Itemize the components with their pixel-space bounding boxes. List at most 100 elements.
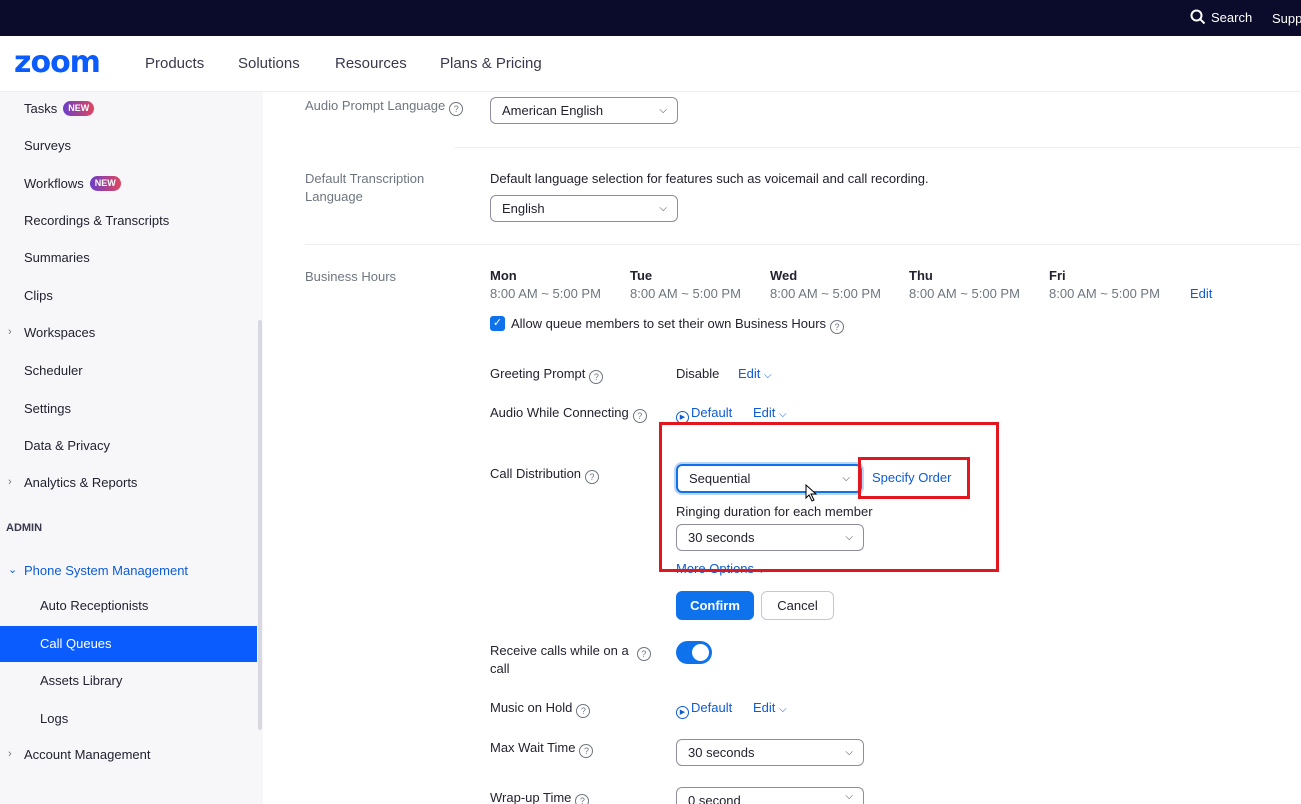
top-bar: Search Supp [0,0,1301,36]
business-hours-day: Thu 8:00 AM ~ 5:00 PM [909,268,1020,301]
sidebar-item-call-queues[interactable]: Call Queues [40,636,112,651]
max-wait-label: Max Wait Time? [490,740,594,758]
help-icon[interactable]: ? [830,320,845,334]
audio-prompt-select[interactable]: American English ⌵ [490,97,678,124]
help-icon[interactable]: ? [449,102,464,116]
search-button[interactable]: Search [1190,9,1252,25]
day-name: Wed [770,268,798,283]
transcription-description: Default language selection for features … [490,171,929,186]
sidebar-item-workflows[interactable]: Workflows NEW [24,176,121,191]
sidebar-item-account-management[interactable]: Account Management [24,747,150,762]
sidebar-item-label: Tasks [24,101,58,116]
business-hours-day: Mon 8:00 AM ~ 5:00 PM [490,268,601,301]
support-link[interactable]: Supp [1272,11,1301,26]
help-icon[interactable]: ? [576,704,591,718]
divider [455,147,1301,148]
music-on-hold-label-text: Music on Hold [490,700,573,715]
sidebar-item-label: Logs [40,711,69,726]
sidebar-item-data-privacy[interactable]: Data & Privacy [24,438,110,453]
help-icon[interactable]: ? [636,647,651,661]
receive-calls-label-line2: call [490,661,510,676]
sidebar-item-clips[interactable]: Clips [24,288,53,303]
toggle-knob [692,644,709,661]
help-icon[interactable]: ? [579,744,594,758]
music-on-hold-value: Default [691,700,733,715]
day-name: Fri [1049,268,1066,283]
nav-solutions[interactable]: Solutions [238,55,300,72]
sidebar-item-label: Call Queues [40,636,112,651]
sidebar-item-workspaces[interactable]: Workspaces [24,325,95,340]
new-badge: NEW [89,176,121,191]
audio-prompt-label-text: Audio Prompt Language [305,98,446,113]
call-distribution-label: Call Distribution? [490,466,600,484]
cancel-button[interactable]: Cancel [761,591,834,620]
nav-products[interactable]: Products [145,55,204,72]
sidebar-item-label: Data & Privacy [24,438,110,453]
allow-own-hours-label: Allow queue members to set their own Bus… [511,316,845,334]
help-icon[interactable]: ? [589,370,604,384]
sidebar-item-label: Surveys [24,138,71,153]
highlight-box-specify-order [858,457,970,499]
business-hours-label: Business Hours [305,269,397,284]
sidebar-item-assets-library[interactable]: Assets Library [40,673,122,688]
day-name: Tue [630,268,653,283]
greeting-prompt-label: Greeting Prompt? [490,366,604,384]
new-badge: NEW [63,101,95,116]
help-icon[interactable]: ? [585,470,600,484]
sidebar-item-scheduler[interactable]: Scheduler [24,363,83,378]
sidebar-item-label: Phone System Management [24,563,189,578]
sidebar-item-tasks[interactable]: Tasks NEW [24,101,95,116]
chevron-down-icon: ⌵ [845,747,853,758]
audio-connecting-edit[interactable]: Edit ⌵ [753,405,787,420]
confirm-button[interactable]: Confirm [676,591,754,620]
edit-label: Edit [753,700,776,715]
nav-resources[interactable]: Resources [335,55,407,72]
sidebar-item-label: Auto Receptionists [40,598,149,613]
sidebar-item-summaries[interactable]: Summaries [24,250,90,265]
nav-plans-pricing[interactable]: Plans & Pricing [440,55,542,72]
greeting-prompt-edit[interactable]: Edit ⌵ [738,366,772,381]
wrap-up-select[interactable]: 0 second ⌵ [676,787,864,804]
music-on-hold-default[interactable]: ▶ Default [676,700,732,719]
audio-prompt-value: American English [502,103,604,118]
sidebar-item-label: Recordings & Transcripts [24,213,170,228]
help-icon[interactable]: ? [575,794,590,804]
sidebar-item-label: Account Management [24,747,151,762]
transcription-select[interactable]: English ⌵ [490,195,678,222]
chevron-down-icon: ⌵ [659,203,667,214]
sidebar-item-label: Settings [24,401,71,416]
day-hours: 8:00 AM ~ 5:00 PM [490,286,601,301]
music-on-hold-edit[interactable]: Edit ⌵ [753,700,787,715]
sidebar-item-label: Assets Library [40,673,123,688]
sidebar-item-logs[interactable]: Logs [40,711,68,726]
max-wait-label-text: Max Wait Time [490,740,576,755]
day-hours: 8:00 AM ~ 5:00 PM [1049,286,1160,301]
sidebar-item-analytics[interactable]: Analytics & Reports [24,475,137,490]
sidebar-scrollbar[interactable] [258,320,262,730]
zoom-logo[interactable]: zoom [14,48,101,78]
sidebar-item-settings[interactable]: Settings [24,401,71,416]
greeting-prompt-label-text: Greeting Prompt [490,366,586,381]
sidebar-item-auto-receptionists[interactable]: Auto Receptionists [40,598,148,613]
sidebar-item-phone-system[interactable]: Phone System Management [24,563,188,578]
transcription-value: English [502,201,545,216]
max-wait-select[interactable]: 30 seconds ⌵ [676,739,864,766]
receive-calls-toggle[interactable] [676,641,712,664]
audio-connecting-label-text: Audio While Connecting [490,405,629,420]
help-icon[interactable]: ? [632,409,647,423]
wrap-up-label-text: Wrap-up Time [490,790,572,804]
audio-connecting-label: Audio While Connecting? [490,405,647,423]
business-hours-edit-link[interactable]: Edit [1190,286,1212,301]
transcription-label: Default Transcription Language [305,171,425,204]
sidebar-item-surveys[interactable]: Surveys [24,138,71,153]
wrap-up-label: Wrap-up Time? [490,790,590,804]
greeting-prompt-value: Disable [676,366,720,381]
day-hours: 8:00 AM ~ 5:00 PM [770,286,881,301]
sidebar-item-label: Summaries [24,250,90,265]
sidebar-item-label: Analytics & Reports [24,475,138,490]
allow-own-hours-checkbox[interactable]: ✓ [490,316,505,331]
sidebar-item-recordings[interactable]: Recordings & Transcripts [24,213,169,228]
edit-label: Edit [753,405,776,420]
wrap-up-value: 0 second [688,793,741,804]
mouse-cursor-icon [805,484,818,502]
